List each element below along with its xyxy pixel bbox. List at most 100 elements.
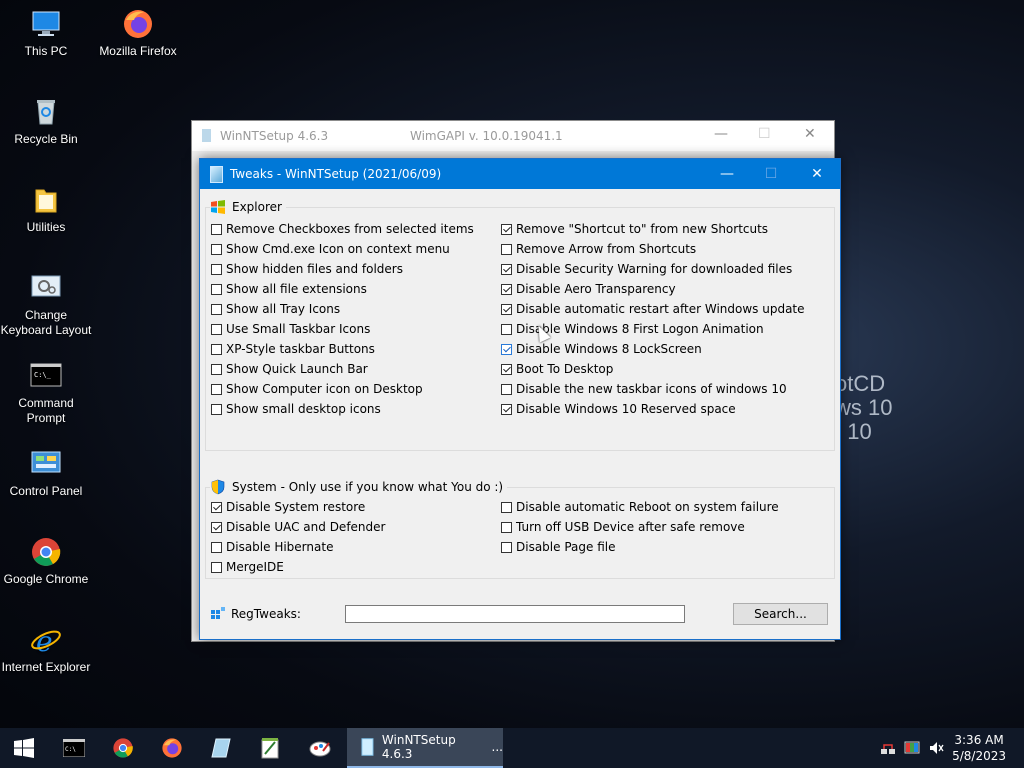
checkbox-unchecked[interactable] <box>211 541 222 553</box>
tweak-checkbox-label: Disable UAC and Defender <box>226 520 386 534</box>
clock[interactable]: 3:36 AM 5/8/2023 <box>952 732 1006 764</box>
desktop-icon-command-prompt[interactable]: C:\_ Command Prompt <box>0 360 92 426</box>
desktop-icon-chrome[interactable]: Google Chrome <box>0 536 92 587</box>
tweak-checkbox-row[interactable]: Show all Tray Icons <box>211 301 340 317</box>
start-button[interactable] <box>0 728 48 768</box>
checkbox-checked[interactable] <box>501 363 512 375</box>
search-button[interactable]: Search... <box>733 603 828 625</box>
checkbox-checked[interactable] <box>501 343 512 355</box>
checkbox-checked[interactable] <box>501 223 512 235</box>
winntsetup-titlebar[interactable]: WinNTSetup 4.6.3 WimGAPI v. 10.0.19041.1… <box>192 121 834 151</box>
tweak-checkbox-row[interactable]: Turn off USB Device after safe remove <box>501 519 745 535</box>
checkbox-checked[interactable] <box>211 501 222 513</box>
tweak-checkbox-row[interactable]: XP-Style taskbar Buttons <box>211 341 375 357</box>
checkbox-unchecked[interactable] <box>501 501 512 513</box>
tweak-checkbox-row[interactable]: Boot To Desktop <box>501 361 613 377</box>
tweak-checkbox-label: Show Computer icon on Desktop <box>226 382 423 396</box>
network-tool-icon[interactable] <box>880 740 896 756</box>
checkbox-unchecked[interactable] <box>211 303 222 315</box>
desktop-icon-firefox[interactable]: Mozilla Firefox <box>92 8 184 59</box>
tweak-checkbox-row[interactable]: Disable Windows 10 Reserved space <box>501 401 736 417</box>
checkbox-unchecked[interactable] <box>211 223 222 235</box>
desktop-icon-control-panel[interactable]: Control Panel <box>0 448 92 499</box>
tweak-checkbox-row[interactable]: Show hidden files and folders <box>211 261 403 277</box>
desktop-icon-label: Mozilla Firefox <box>99 44 177 58</box>
tweak-checkbox-label: Remove Arrow from Shortcuts <box>516 242 697 256</box>
checkbox-unchecked[interactable] <box>501 243 512 255</box>
checkbox-checked[interactable] <box>501 263 512 275</box>
taskbar-paint-tool[interactable] <box>296 728 344 768</box>
tweak-checkbox-row[interactable]: Remove Arrow from Shortcuts <box>501 241 696 257</box>
tweak-checkbox-row[interactable]: Disable Windows 8 LockScreen <box>501 341 702 357</box>
checkbox-unchecked[interactable] <box>501 383 512 395</box>
maximize-button[interactable]: ☐ <box>748 159 794 189</box>
tweak-checkbox-label: XP-Style taskbar Buttons <box>226 342 375 356</box>
tweak-checkbox-row[interactable]: Show small desktop icons <box>211 401 381 417</box>
taskbar-command-prompt[interactable]: C:\ <box>50 728 98 768</box>
checkbox-unchecked[interactable] <box>211 323 222 335</box>
tweaks-window[interactable]: Tweaks - WinNTSetup (2021/06/09) — ☐ ✕ E… <box>199 158 841 640</box>
tweaks-titlebar[interactable]: Tweaks - WinNTSetup (2021/06/09) — ☐ ✕ <box>200 159 840 189</box>
taskbar-notepad[interactable] <box>246 728 294 768</box>
tweak-checkbox-row[interactable]: Use Small Taskbar Icons <box>211 321 370 337</box>
checkbox-checked[interactable] <box>501 403 512 415</box>
checkbox-unchecked[interactable] <box>211 383 222 395</box>
wimgapi-version: WimGAPI v. 10.0.19041.1 <box>410 129 563 143</box>
checkbox-checked[interactable] <box>211 521 222 533</box>
checkbox-unchecked[interactable] <box>211 561 222 573</box>
taskbar-winntsetup[interactable]: WinNTSetup 4.6.3 ... <box>347 728 503 768</box>
tweak-checkbox-row[interactable]: Disable Aero Transparency <box>501 281 676 297</box>
tweak-checkbox-row[interactable]: Disable Hibernate <box>211 539 333 555</box>
display-color-icon[interactable] <box>904 740 920 756</box>
tweak-checkbox-row[interactable]: Show Cmd.exe Icon on context menu <box>211 241 450 257</box>
internet-explorer-icon: e <box>30 624 62 658</box>
tweak-checkbox-row[interactable]: Disable automatic restart after Windows … <box>501 301 805 317</box>
taskbar-disk-tool[interactable] <box>197 728 245 768</box>
taskbar-chrome[interactable] <box>99 728 147 768</box>
checkbox-unchecked[interactable] <box>211 403 222 415</box>
tweak-checkbox-row[interactable]: Remove "Shortcut to" from new Shortcuts <box>501 221 768 237</box>
tweak-checkbox-label: Disable Windows 8 First Logon Animation <box>516 322 764 336</box>
desktop-icon-label: Utilities <box>26 220 66 234</box>
tweak-checkbox-row[interactable]: Disable UAC and Defender <box>211 519 385 535</box>
svg-text:C:\_: C:\_ <box>34 371 52 379</box>
paint-icon <box>309 741 331 757</box>
tweak-checkbox-label: Disable Hibernate <box>226 540 334 554</box>
minimize-button[interactable]: — <box>704 159 750 189</box>
tweak-checkbox-row[interactable]: Remove Checkboxes from selected items <box>211 221 474 237</box>
tweak-checkbox-row[interactable]: MergeIDE <box>211 559 284 575</box>
tweak-checkbox-label: Disable Aero Transparency <box>516 282 676 296</box>
tweak-checkbox-row[interactable]: Disable System restore <box>211 499 365 515</box>
checkbox-unchecked[interactable] <box>211 343 222 355</box>
tweak-checkbox-row[interactable]: Show Computer icon on Desktop <box>211 381 423 397</box>
taskbar-firefox[interactable] <box>148 728 196 768</box>
checkbox-unchecked[interactable] <box>211 283 222 295</box>
checkbox-checked[interactable] <box>501 283 512 295</box>
checkbox-unchecked[interactable] <box>211 363 222 375</box>
checkbox-unchecked[interactable] <box>501 541 512 553</box>
tweak-checkbox-row[interactable]: Show Quick Launch Bar <box>211 361 368 377</box>
checkbox-unchecked[interactable] <box>211 243 222 255</box>
desktop-icon-this-pc[interactable]: This PC <box>0 8 92 59</box>
checkbox-unchecked[interactable] <box>501 521 512 533</box>
close-button[interactable]: ✕ <box>804 126 816 142</box>
desktop-icon-keyboard-layout[interactable]: Change Keyboard Layout <box>0 272 92 338</box>
checkbox-unchecked[interactable] <box>501 323 512 335</box>
shield-icon <box>211 479 225 495</box>
desktop-icon-utilities[interactable]: Utilities <box>0 184 92 235</box>
desktop-icon-recycle-bin[interactable]: Recycle Bin <box>0 96 92 147</box>
checkbox-checked[interactable] <box>501 303 512 315</box>
close-button[interactable]: ✕ <box>794 159 840 189</box>
tweak-checkbox-row[interactable]: Disable Page file <box>501 539 615 555</box>
tweak-checkbox-row[interactable]: Disable the new taskbar icons of windows… <box>501 381 787 397</box>
desktop-icon-internet-explorer[interactable]: e Internet Explorer <box>0 624 92 675</box>
volume-muted-icon[interactable] <box>928 740 944 756</box>
tweak-checkbox-row[interactable]: Disable automatic Reboot on system failu… <box>501 499 779 515</box>
tweak-checkbox-row[interactable]: Show all file extensions <box>211 281 367 297</box>
clock-time: 3:36 AM <box>954 733 1004 747</box>
minimize-button[interactable]: — <box>714 126 728 142</box>
regtweaks-input[interactable] <box>345 605 685 623</box>
tweak-checkbox-row[interactable]: Disable Security Warning for downloaded … <box>501 261 792 277</box>
checkbox-unchecked[interactable] <box>211 263 222 275</box>
maximize-button[interactable]: ☐ <box>758 126 771 142</box>
